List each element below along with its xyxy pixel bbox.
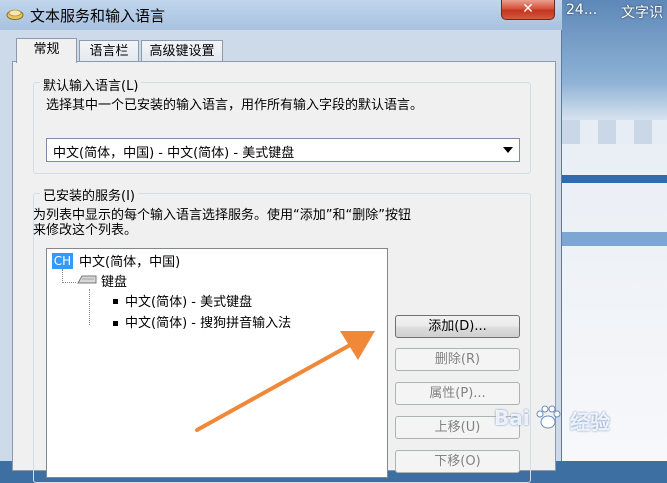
background-title-fragment: 24... [566, 2, 598, 18]
background-band-2 [562, 232, 667, 246]
remove-button[interactable]: 删除(R) [395, 348, 520, 371]
installed-services-group-label: 已安装的服务(I) [40, 185, 138, 204]
tab-language-bar[interactable]: 语言栏 [79, 40, 139, 62]
background-band [562, 175, 667, 183]
dropdown-arrow-icon[interactable] [503, 147, 513, 153]
default-language-group-label: 默认输入语言(L) [40, 75, 142, 94]
default-language-description: 选择其中一个已安装的输入语言，用作所有输入字段的默认语言。 [46, 98, 424, 113]
paw-logo-icon [536, 405, 561, 429]
tree-connector-horizontal [62, 282, 76, 283]
bullet-icon [113, 299, 118, 304]
title-bar[interactable]: 文本服务和输入语言 ✕ [0, 0, 562, 30]
tree-node-language[interactable]: 中文(简体，中国) [79, 251, 180, 270]
background-title-fragment-2: 文字识 [621, 5, 663, 21]
keyboard-app-icon [6, 9, 24, 20]
default-language-select[interactable]: 中文(简体，中国) - 中文(简体) - 美式键盘 [46, 138, 520, 162]
tree-node-keyboard[interactable]: 键盘 [101, 271, 127, 290]
add-button[interactable]: 添加(D)... [395, 315, 520, 338]
tab-advanced-key-settings[interactable]: 高级键设置 [141, 40, 223, 62]
text-services-dialog: 文本服务和输入语言 ✕ 常规 语言栏 高级键设置 默认输入语言(L) 选择其中一… [0, 0, 562, 483]
language-badge: CH [52, 253, 73, 269]
keyboard-icon [77, 275, 97, 284]
tree-connector-2 [89, 289, 90, 325]
default-language-selected-value: 中文(简体，中国) - 中文(简体) - 美式键盘 [53, 146, 295, 161]
tree-item-sogou-pinyin[interactable]: 中文(简体) - 搜狗拼音输入法 [125, 312, 291, 331]
tab-general[interactable]: 常规 [16, 38, 77, 63]
bullet-icon [113, 321, 118, 326]
watermark: Bai 经验 [494, 400, 644, 440]
installed-services-tree[interactable]: CH 中文(简体，中国) 键盘 中文(简体) - 美式键盘 中文(简体) - 搜… [46, 248, 388, 478]
close-button[interactable]: ✕ [501, 0, 555, 20]
background-window [562, 0, 667, 461]
tree-connector [62, 269, 63, 283]
window-title: 文本服务和输入语言 [30, 7, 166, 25]
tree-item-us-keyboard[interactable]: 中文(简体) - 美式键盘 [125, 291, 252, 310]
watermark-text: Bai [494, 406, 530, 430]
move-down-button[interactable]: 下移(O) [395, 450, 520, 473]
installed-services-description-line2: 来修改这个列表。 [33, 223, 138, 238]
watermark-text-2: 经验 [570, 410, 610, 434]
background-toolbar-strip [562, 120, 667, 144]
